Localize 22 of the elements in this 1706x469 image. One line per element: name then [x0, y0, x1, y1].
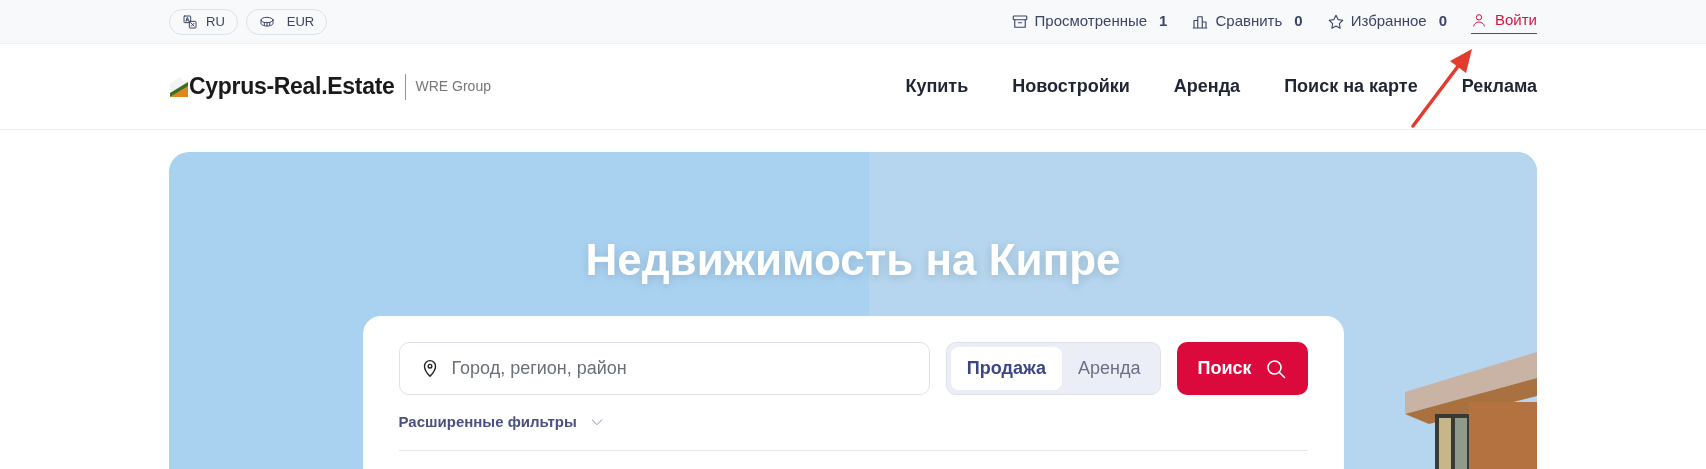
user-icon: [1471, 12, 1487, 28]
mode-tab[interactable]: Продажа: [950, 347, 1062, 390]
logo-icon: [169, 75, 189, 98]
header-link[interactable]: Просмотренные 1: [1010, 10, 1168, 33]
header-link[interactable]: Избранное 0: [1326, 10, 1447, 33]
search-button[interactable]: Поиск: [1177, 342, 1308, 395]
advanced-filters-toggle[interactable]: Расширенные фильтры: [398, 411, 605, 434]
nav-link[interactable]: Купить: [905, 73, 969, 100]
nav-link[interactable]: Поиск на карте: [1284, 73, 1418, 100]
logo-text: Cyprus-Real.Estate: [189, 72, 395, 102]
hero-title: Недвижимость на Кипре: [585, 234, 1121, 286]
nav-link[interactable]: Аренда: [1173, 73, 1241, 100]
translate-icon: [182, 13, 198, 30]
mode-tab[interactable]: Аренда: [1062, 347, 1157, 390]
star-icon: [1326, 12, 1345, 31]
location-field[interactable]: Город, регион, район: [398, 342, 930, 395]
header-link[interactable]: Сравнить 0: [1191, 10, 1303, 33]
nav-link[interactable]: Реклама: [1461, 73, 1537, 100]
login-link[interactable]: Войти: [1471, 8, 1537, 35]
archive-box-icon: [1010, 12, 1029, 31]
nav-link[interactable]: Новостройки: [1012, 73, 1130, 100]
group-label: WRE Group: [415, 77, 491, 96]
